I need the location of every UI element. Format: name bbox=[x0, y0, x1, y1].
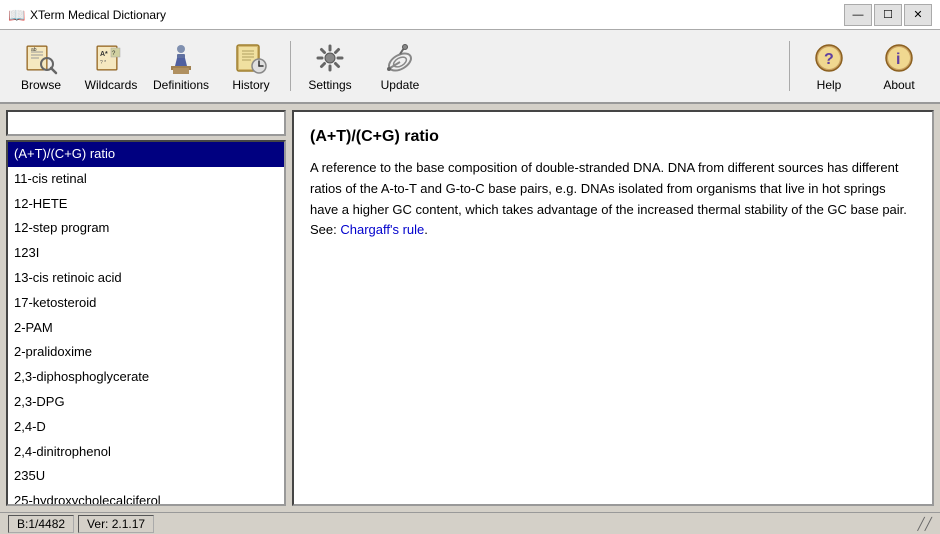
title-bar: 📖 XTerm Medical Dictionary — ☐ ✕ bbox=[0, 0, 940, 30]
svg-text:ab: ab bbox=[31, 47, 37, 53]
word-list-item[interactable]: 123I bbox=[8, 241, 284, 266]
word-list-item[interactable]: 25-hydroxycholecalciferol bbox=[8, 489, 284, 504]
status-bar: B:1/4482 Ver: 2.1.17 ╱╱ bbox=[0, 512, 940, 534]
title-bar-left: 📖 XTerm Medical Dictionary bbox=[8, 7, 166, 23]
word-list-item[interactable]: 12-step program bbox=[8, 216, 284, 241]
definition-panel: (A+T)/(C+G) ratio A reference to the bas… bbox=[292, 110, 934, 506]
word-list-item[interactable]: 2-pralidoxime bbox=[8, 340, 284, 365]
toolbar-definitions-button[interactable]: Definitions bbox=[146, 34, 216, 98]
svg-text:?: ? bbox=[824, 51, 834, 68]
toolbar-settings-button[interactable]: Settings bbox=[295, 34, 365, 98]
about-label: About bbox=[883, 78, 914, 92]
word-list-item[interactable]: 11-cis retinal bbox=[8, 167, 284, 192]
word-list-item[interactable]: 2,4-D bbox=[8, 415, 284, 440]
toolbar-separator-1 bbox=[290, 41, 291, 91]
word-list-item[interactable]: 2,3-DPG bbox=[8, 390, 284, 415]
word-list-item[interactable]: 2,4-dinitrophenol bbox=[8, 440, 284, 465]
app-icon: 📖 bbox=[8, 7, 24, 23]
definition-period: . bbox=[424, 222, 428, 237]
word-list-item[interactable]: 235U bbox=[8, 464, 284, 489]
about-icon: i bbox=[881, 40, 917, 76]
update-label: Update bbox=[381, 78, 420, 92]
toolbar: ab Browse A* ? * ? Wildcards bbox=[0, 30, 940, 104]
toolbar-separator-2 bbox=[789, 41, 790, 91]
title-bar-controls: — ☐ ✕ bbox=[844, 4, 932, 26]
definition-see-label: See: bbox=[310, 222, 340, 237]
word-list-item[interactable]: 12-HETE bbox=[8, 192, 284, 217]
window-title: XTerm Medical Dictionary bbox=[30, 8, 166, 22]
browse-label: Browse bbox=[21, 78, 61, 92]
settings-icon bbox=[312, 40, 348, 76]
word-list-item[interactable]: 2-PAM bbox=[8, 316, 284, 341]
word-list: (A+T)/(C+G) ratio11-cis retinal12-HETE12… bbox=[6, 140, 286, 506]
status-version: Ver: 2.1.17 bbox=[78, 515, 154, 533]
toolbar-browse-button[interactable]: ab Browse bbox=[6, 34, 76, 98]
definition-title: (A+T)/(C+G) ratio bbox=[310, 128, 916, 146]
resize-grip: ╱╱ bbox=[918, 517, 932, 531]
definitions-label: Definitions bbox=[153, 78, 209, 92]
close-button[interactable]: ✕ bbox=[904, 4, 932, 26]
word-list-item[interactable]: 2,3-diphosphoglycerate bbox=[8, 365, 284, 390]
definition-text-main: A reference to the base composition of d… bbox=[310, 160, 907, 217]
update-icon bbox=[382, 40, 418, 76]
main-content: (A+T)/(C+G) ratio11-cis retinal12-HETE12… bbox=[0, 104, 940, 512]
browse-icon: ab bbox=[23, 40, 59, 76]
toolbar-update-button[interactable]: Update bbox=[365, 34, 435, 98]
help-label: Help bbox=[817, 78, 842, 92]
settings-label: Settings bbox=[308, 78, 351, 92]
minimize-button[interactable]: — bbox=[844, 4, 872, 26]
definitions-icon bbox=[163, 40, 199, 76]
word-list-item[interactable]: 17-ketosteroid bbox=[8, 291, 284, 316]
help-icon: ? bbox=[811, 40, 847, 76]
status-position: B:1/4482 bbox=[8, 515, 74, 533]
svg-text:i: i bbox=[896, 51, 900, 68]
toolbar-wildcards-button[interactable]: A* ? * ? Wildcards bbox=[76, 34, 146, 98]
search-input[interactable] bbox=[6, 110, 286, 136]
word-list-item[interactable]: (A+T)/(C+G) ratio bbox=[8, 142, 284, 167]
toolbar-history-button[interactable]: History bbox=[216, 34, 286, 98]
word-list-inner[interactable]: (A+T)/(C+G) ratio11-cis retinal12-HETE12… bbox=[8, 142, 284, 504]
wildcards-icon: A* ? * ? bbox=[93, 40, 129, 76]
maximize-button[interactable]: ☐ bbox=[874, 4, 902, 26]
definition-link[interactable]: Chargaff's rule bbox=[340, 222, 424, 237]
toolbar-help-button[interactable]: ? Help bbox=[794, 34, 864, 98]
toolbar-about-button[interactable]: i About bbox=[864, 34, 934, 98]
history-icon bbox=[233, 40, 269, 76]
word-list-item[interactable]: 13-cis retinoic acid bbox=[8, 266, 284, 291]
history-label: History bbox=[232, 78, 269, 92]
svg-text:? *: ? * bbox=[100, 60, 106, 66]
left-panel: (A+T)/(C+G) ratio11-cis retinal12-HETE12… bbox=[6, 110, 286, 506]
svg-text:A*: A* bbox=[100, 51, 108, 58]
definition-text: A reference to the base composition of d… bbox=[310, 158, 916, 241]
wildcards-label: Wildcards bbox=[85, 78, 138, 92]
